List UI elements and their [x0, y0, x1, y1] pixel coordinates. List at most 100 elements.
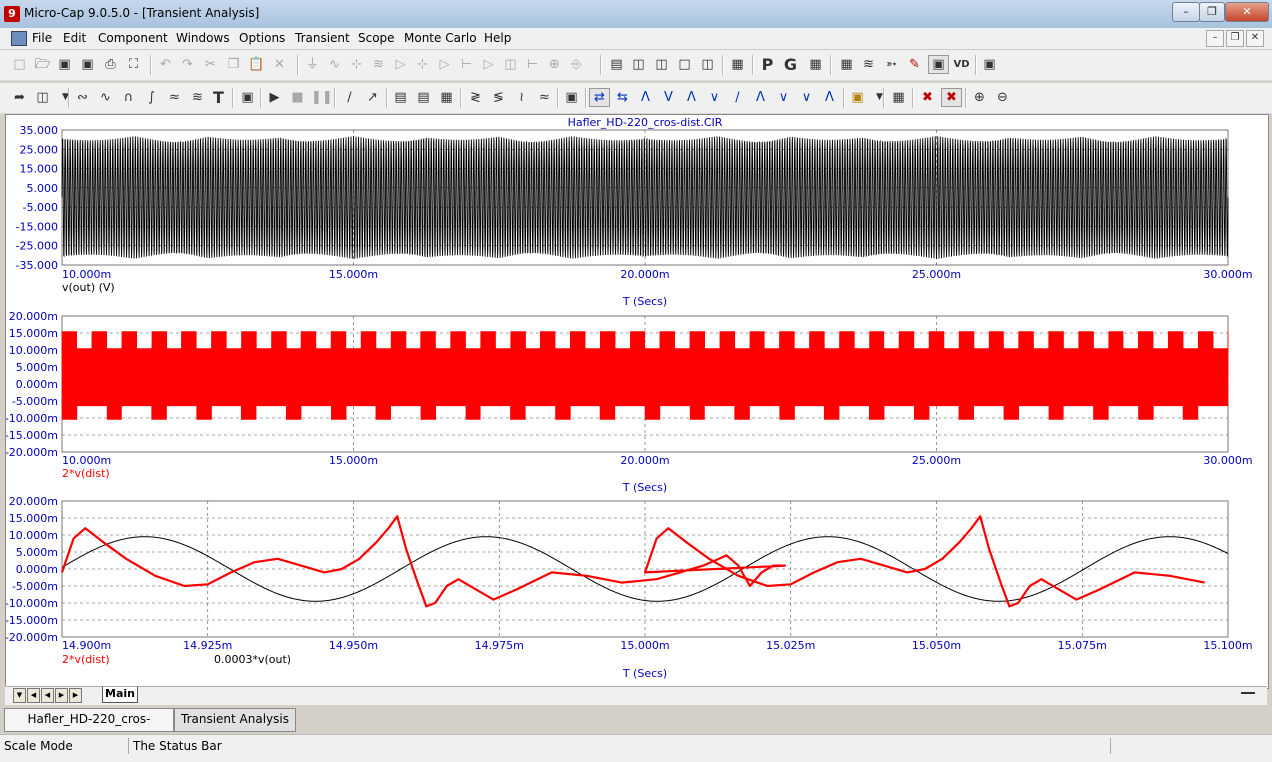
open-folder-icon[interactable]: 🗁	[33, 55, 52, 74]
global-low-icon[interactable]: Λ	[820, 88, 839, 107]
print-preview-icon[interactable]: ⛶	[124, 55, 143, 74]
global-high-icon[interactable]: ∨	[797, 88, 816, 107]
waveform-icon[interactable]: ≋	[859, 55, 878, 74]
select-arrow-icon[interactable]: ➦	[10, 88, 29, 107]
window-split-icon[interactable]: ◫	[698, 55, 717, 74]
tracker2-icon[interactable]: ✖	[941, 88, 962, 107]
source-icon[interactable]: ⊢	[523, 55, 542, 74]
menu-help[interactable]: Help	[484, 31, 511, 45]
g-icon[interactable]: G	[781, 55, 800, 74]
menu-component[interactable]: Component	[98, 31, 168, 45]
last-sheet-button[interactable]: ▶	[69, 688, 82, 703]
redo-icon[interactable]: ↷	[178, 55, 197, 74]
component-mode-icon[interactable]: ◫	[33, 88, 52, 107]
diode-icon[interactable]: ▷	[391, 55, 410, 74]
global-low-icon[interactable]: ∨	[774, 88, 793, 107]
menu-scope[interactable]: Scope	[358, 31, 395, 45]
grid2-icon[interactable]: ▤	[414, 88, 433, 107]
window-icon[interactable]: □	[675, 55, 694, 74]
menu-monte-carlo[interactable]: Monte Carlo	[404, 31, 477, 45]
capacitor-icon[interactable]: ⊹	[347, 55, 366, 74]
wire-icon[interactable]: ∾	[73, 88, 92, 107]
scope-icon[interactable]: ✖	[918, 88, 937, 107]
copy-icon[interactable]: ❐	[224, 55, 243, 74]
sheet-tab-main[interactable]: Main	[102, 687, 138, 703]
table-icon[interactable]: ▦	[889, 88, 908, 107]
close-button[interactable]: ✕	[1225, 2, 1269, 22]
mdi-minimize-button[interactable]: –	[1206, 30, 1224, 47]
component-panel-icon[interactable]: ▦	[837, 55, 856, 74]
save-all-icon[interactable]: ▣	[78, 55, 97, 74]
tag-icon[interactable]: ▣	[848, 88, 867, 107]
first-sheet-button[interactable]: ◀	[27, 688, 40, 703]
sheet-menu-button[interactable]: ▼	[13, 688, 26, 703]
arrow-draw-icon[interactable]: ↗	[363, 88, 382, 107]
valley-find-icon[interactable]: V	[659, 88, 678, 107]
line-draw-icon[interactable]: ∕	[340, 88, 359, 107]
paste-icon[interactable]: 📋	[247, 55, 266, 74]
global-high-icon[interactable]: Λ	[751, 88, 770, 107]
menu-edit[interactable]: Edit	[63, 31, 86, 45]
valley-icon[interactable]: ≶	[489, 88, 508, 107]
ground-icon[interactable]: ⏚	[303, 55, 322, 74]
prev-sheet-button[interactable]: ◀	[41, 688, 54, 703]
cursor-right-icon[interactable]: ⇆	[613, 88, 632, 107]
probe-icon[interactable]: ➳	[882, 55, 901, 74]
vd-icon[interactable]: VD	[952, 55, 971, 74]
export-icon[interactable]: ▣	[238, 88, 257, 107]
p-icon[interactable]: P	[758, 55, 777, 74]
flag-icon[interactable]: ≋	[188, 88, 207, 107]
tab-schematic[interactable]: Hafler_HD-220_cros-dist.CIR	[4, 708, 174, 747]
new-file-icon[interactable]: □	[10, 55, 29, 74]
stop-icon[interactable]: ■	[288, 88, 307, 107]
transformer-icon[interactable]: ▷	[479, 55, 498, 74]
grid-icon[interactable]: ▦	[806, 55, 825, 74]
tab-transient-analysis[interactable]: Transient Analysis	[174, 708, 296, 732]
node-icon[interactable]: ◫	[501, 55, 520, 74]
delete-icon[interactable]: ✕	[270, 55, 289, 74]
low-icon[interactable]: ∨	[705, 88, 724, 107]
bus-icon[interactable]: ∿	[96, 88, 115, 107]
cut-icon[interactable]: ✂	[201, 55, 220, 74]
maximize-button[interactable]: ❐	[1199, 2, 1225, 22]
menu-transient[interactable]: Transient	[295, 31, 350, 45]
next-sheet-button[interactable]: ▶	[55, 688, 68, 703]
save-icon[interactable]: ▣	[55, 55, 74, 74]
splitter-handle[interactable]	[1241, 692, 1255, 694]
slope-icon[interactable]: ≀	[512, 88, 531, 107]
battery-icon[interactable]: ⊢	[457, 55, 476, 74]
inflection-icon[interactable]: ∕	[728, 88, 747, 107]
menu-file[interactable]: File	[32, 31, 52, 45]
zoom-out-icon[interactable]: ⊖	[993, 88, 1012, 107]
text-icon[interactable]: ∫	[142, 88, 161, 107]
menu-windows[interactable]: Windows	[176, 31, 230, 45]
cursor-left-icon[interactable]: ⇄	[589, 88, 610, 107]
app-icon[interactable]: 9	[4, 6, 20, 22]
tracker-icon[interactable]: ▣	[562, 88, 581, 107]
chevron-down-icon[interactable]: ▼	[870, 88, 889, 107]
plots-canvas[interactable]: Hafler_HD-220_cros-dist.CIR 35.000 25.000 1…	[5, 115, 1268, 688]
info-icon[interactable]: ≈	[165, 88, 184, 107]
run-icon[interactable]: ▶	[265, 88, 284, 107]
peak-find-icon[interactable]: Λ	[636, 88, 655, 107]
peak-icon[interactable]: ≷	[466, 88, 485, 107]
menu-options[interactable]: Options	[239, 31, 285, 45]
high-icon[interactable]: Λ	[682, 88, 701, 107]
print-icon[interactable]: ⎙	[101, 55, 120, 74]
node-icon[interactable]: ⊕	[545, 55, 564, 74]
text-mode-icon[interactable]: T	[209, 88, 228, 107]
npn-icon[interactable]: ⊹	[413, 55, 432, 74]
grid3-icon[interactable]: ▦	[437, 88, 456, 107]
zoom-fit-icon[interactable]: ▣	[980, 55, 999, 74]
diagonal-wire-icon[interactable]: ∩	[119, 88, 138, 107]
analysis-icon[interactable]: ▣	[928, 55, 949, 74]
zoom-in-icon[interactable]: ⊕	[970, 88, 989, 107]
resistor-icon[interactable]: ∿	[325, 55, 344, 74]
tile-vertical-icon[interactable]: ◫	[629, 55, 648, 74]
pencil-icon[interactable]: ✎	[905, 55, 924, 74]
cascade-icon[interactable]: ◫	[652, 55, 671, 74]
minimize-button[interactable]: –	[1172, 2, 1200, 22]
wave-icon[interactable]: ≈	[535, 88, 554, 107]
source-icon[interactable]: ⎆	[567, 55, 586, 74]
pause-icon[interactable]: ❚❚	[311, 88, 333, 107]
